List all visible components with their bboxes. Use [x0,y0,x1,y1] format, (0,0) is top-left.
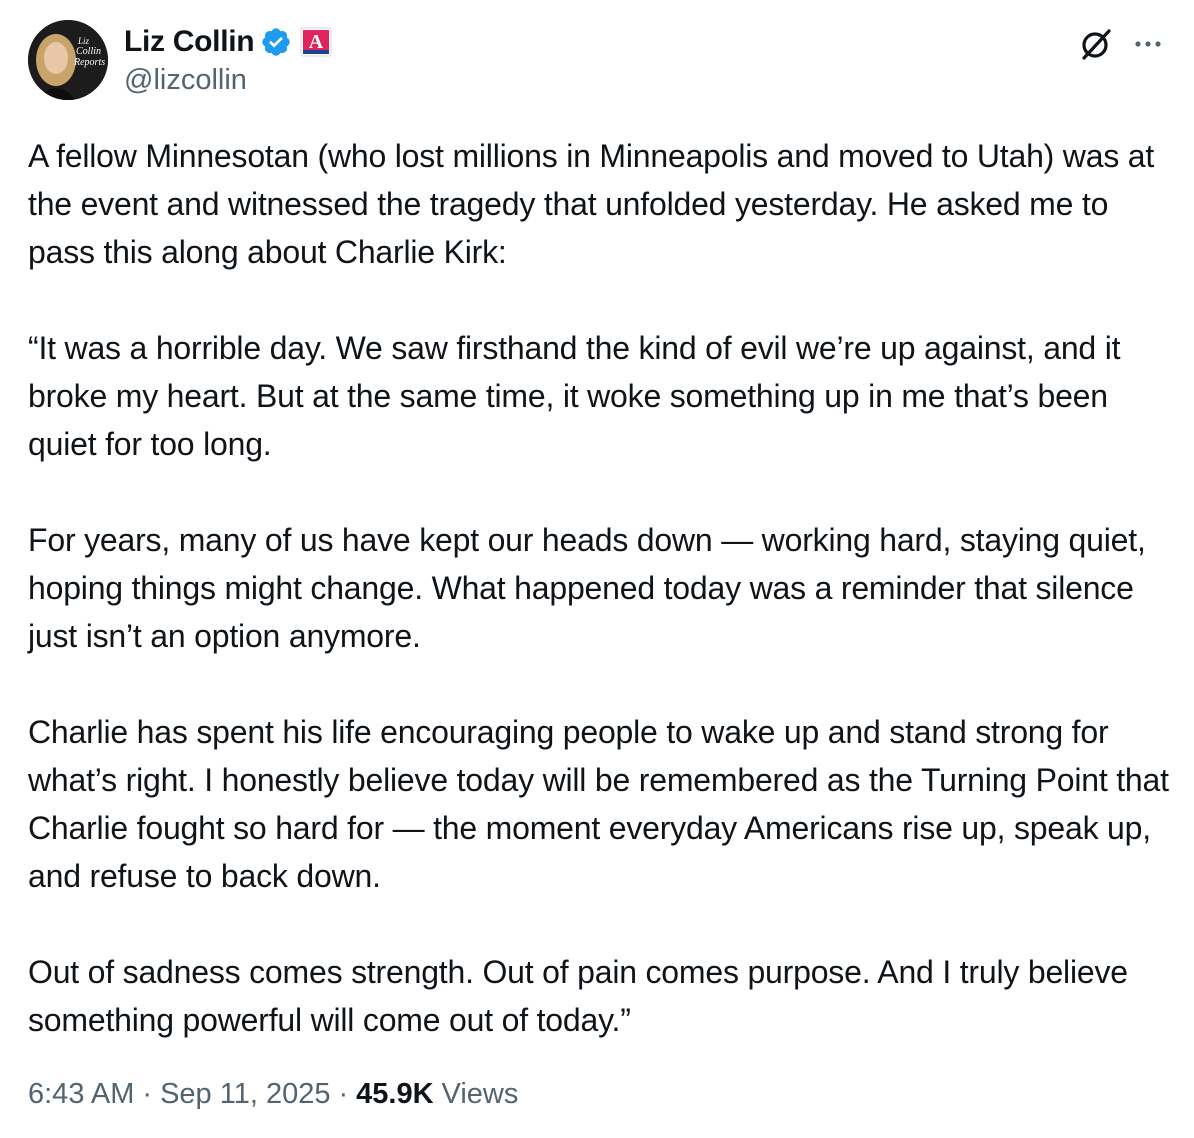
tweet-meta: 6:43 AM · Sep 11, 2025 · 45.9K Views [28,1078,518,1111]
more-icon[interactable] [1128,24,1168,64]
tweet-header: Liz Collin Reports Liz Collin A @lizcoll… [28,20,1168,104]
meta-separator: · [142,1078,153,1110]
tweet-text: A fellow Minnesotan (who lost millions i… [28,138,1169,1038]
affiliate-badge-icon[interactable]: A [300,27,332,57]
tweet-date[interactable]: Sep 11, 2025 [160,1078,330,1111]
grok-icon[interactable] [1076,24,1116,64]
views-count[interactable]: 45.9K [356,1078,433,1111]
tweet-top-actions [1076,24,1168,64]
svg-text:A: A [309,31,324,53]
author-display-name[interactable]: Liz Collin [124,25,255,59]
avatar-logo-text: Liz [77,36,90,46]
avatar[interactable]: Liz Collin Reports [28,20,108,100]
views-label[interactable]: Views [442,1078,519,1111]
author-handle[interactable]: @lizcollin [124,64,332,97]
tweet-card: Liz Collin Reports Liz Collin A @lizcoll… [0,0,1194,1138]
name-row: Liz Collin A [124,22,332,62]
author-info: Liz Collin A @lizcollin [124,22,332,97]
svg-text:Reports: Reports [73,57,105,68]
verified-badge-icon[interactable] [260,26,292,58]
meta-separator: · [338,1078,349,1110]
tweet-time[interactable]: 6:43 AM [28,1078,134,1111]
svg-text:Collin: Collin [76,46,101,57]
